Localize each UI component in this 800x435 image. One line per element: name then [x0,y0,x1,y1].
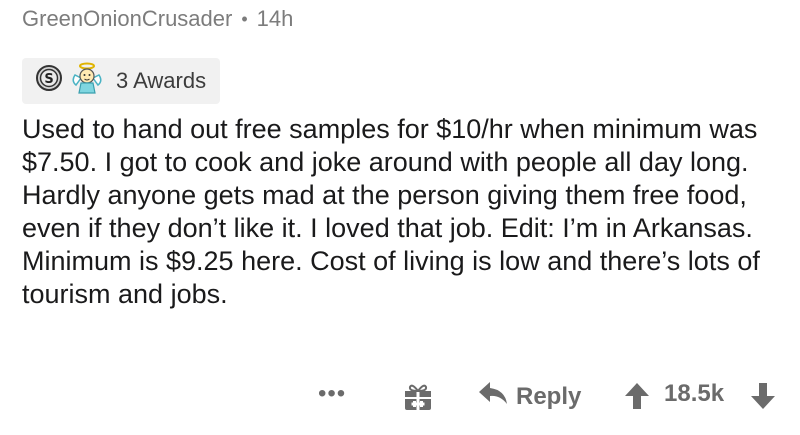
downvote-arrow-icon[interactable] [750,382,776,410]
more-options-button[interactable]: ••• [318,380,346,408]
comment-meta: GreenOnionCrusader • 14h [22,6,293,32]
gift-icon[interactable] [403,382,433,412]
upvote-arrow-icon[interactable] [624,382,650,410]
awards-badge[interactable]: S 3 Awards [22,58,221,104]
comment-age: 14h [256,6,294,31]
awards-count-label: 3 Awards [116,68,207,93]
reply-arrow-icon [478,380,508,413]
angel-award-icon [70,61,104,101]
svg-text:S: S [44,72,53,87]
silver-award-icon: S [34,63,64,99]
comment-actions: ••• Reply 18.5k [0,374,800,420]
meta-separator: • [241,8,248,29]
reply-button[interactable]: Reply [478,380,581,413]
comment-body: Used to hand out free samples for $10/hr… [22,114,760,309]
author-name[interactable]: GreenOnionCrusader [22,6,232,32]
vote-score: 18.5k [664,380,725,407]
reply-label: Reply [516,382,582,410]
